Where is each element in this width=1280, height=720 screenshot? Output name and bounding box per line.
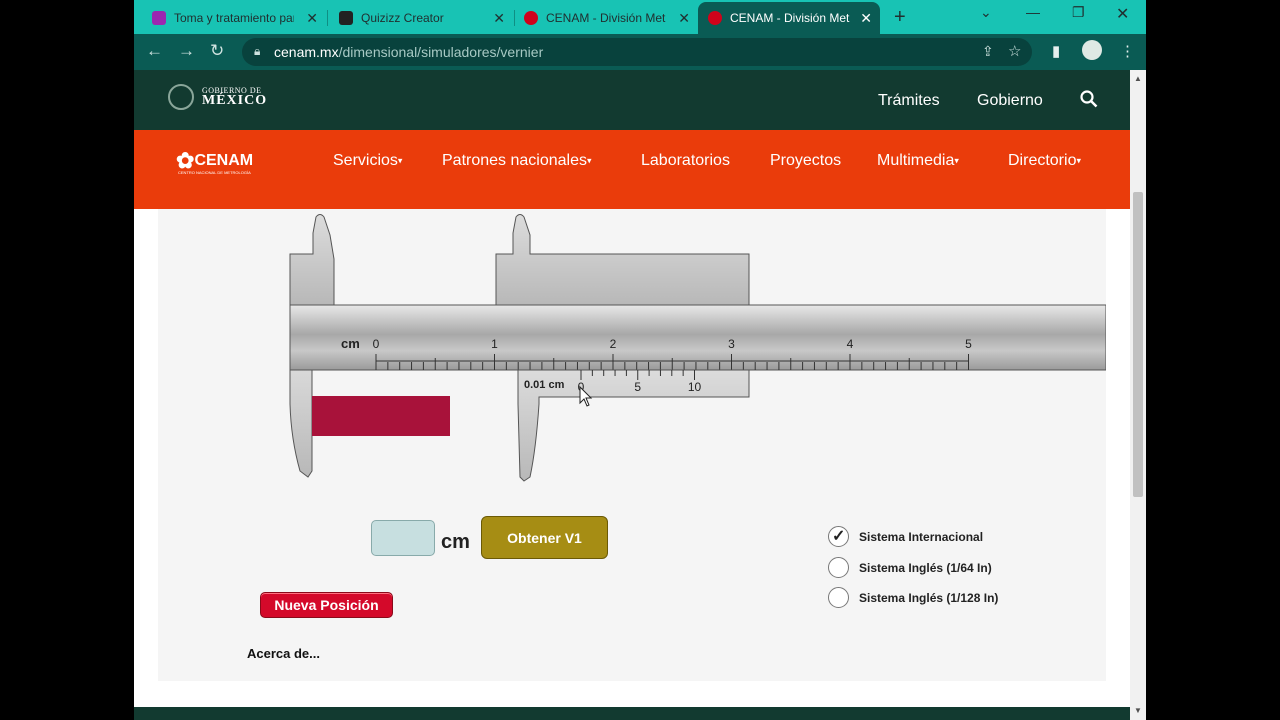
main-beam (289, 304, 1106, 371)
web-page: GOBIERNO DE MÉXICO Trámites Gobierno ✿CE… (134, 70, 1130, 720)
cenam-navbar: ✿CENAM CENTRO NACIONAL DE METROLOGÍA Ser… (134, 130, 1130, 209)
share-icon[interactable]: ⇪ (982, 43, 994, 60)
scrollbar-thumb[interactable] (1133, 192, 1143, 497)
tab-title: Toma y tratamiento par (174, 11, 294, 25)
fixed-lower-jaw (289, 358, 313, 478)
menu-proyectos[interactable]: Proyectos (770, 152, 841, 170)
main-scale-number: 2 (610, 337, 617, 351)
caret-down-icon: ▾ (1076, 155, 1081, 166)
radio-unchecked-icon[interactable] (828, 587, 849, 608)
footer-bar (134, 707, 1130, 720)
browser-tab[interactable]: CENAM - División Metr ✕ (514, 2, 698, 34)
vernier-caliper: cm 012345 0.01 cm 0 5 10 (289, 214, 1106, 482)
back-icon[interactable]: ← (146, 41, 163, 61)
menu-laboratorios[interactable]: Laboratorios (641, 152, 730, 170)
forward-icon[interactable]: → (178, 41, 195, 61)
page-scrollbar[interactable]: ▲ ▼ (1130, 70, 1146, 720)
profile-avatar[interactable] (1082, 40, 1102, 60)
close-tab-icon[interactable]: ✕ (860, 10, 872, 27)
tab-title: Quizizz Creator (361, 11, 444, 25)
new-tab-icon[interactable]: + (894, 6, 906, 29)
browser-window: Toma y tratamiento par ✕ Quizizz Creator… (134, 0, 1146, 720)
option-label: Sistema Internacional (859, 529, 984, 544)
cenam-favicon-icon (708, 11, 722, 25)
cenam-favicon-icon (524, 11, 538, 25)
browser-toolbar: ← → ↻ 🔒︎ cenam.mx/dimensional/simuladore… (134, 34, 1146, 70)
main-scale-number: 1 (491, 337, 498, 351)
scroll-down-icon[interactable]: ▼ (1134, 706, 1142, 715)
url-text: cenam.mx/dimensional/simuladores/vernier (274, 44, 544, 60)
menu-multimedia[interactable]: Multimedia▾ (877, 152, 959, 170)
main-scale-number: 5 (965, 337, 972, 351)
close-tab-icon[interactable]: ✕ (306, 10, 318, 27)
search-icon[interactable] (1080, 90, 1098, 113)
bookmark-star-icon[interactable]: ☆ (1008, 42, 1021, 60)
browser-tab[interactable]: Toma y tratamiento par ✕ (142, 2, 326, 34)
obtener-v1-button[interactable]: Obtener V1 (481, 516, 608, 559)
cenam-logo[interactable]: ✿CENAM CENTRO NACIONAL DE METROLOGÍA (176, 148, 254, 175)
caret-down-icon: ▾ (397, 155, 403, 166)
menu-directorio[interactable]: Directorio▾ (1008, 152, 1081, 170)
main-scale-number: 4 (847, 337, 854, 351)
address-bar[interactable]: 🔒︎ cenam.mx/dimensional/simuladores/vern… (242, 38, 1032, 66)
radio-unchecked-icon[interactable] (828, 557, 849, 578)
reload-icon[interactable]: ↻ (210, 41, 224, 61)
quizizz-favicon-icon (339, 11, 353, 25)
close-tab-icon[interactable]: ✕ (678, 10, 690, 27)
tab-title: CENAM - División Metr (546, 11, 666, 25)
logo-line2: MÉXICO (202, 92, 268, 108)
measured-object (312, 396, 450, 436)
acerca-de-link[interactable]: Acerca de... (247, 646, 320, 661)
scroll-up-icon[interactable]: ▲ (1134, 74, 1142, 83)
browser-tab[interactable]: Quizizz Creator ✕ (329, 2, 513, 34)
menu-kebab-icon[interactable]: ⋮ (1120, 42, 1135, 60)
fixed-upper-jaw (289, 214, 335, 306)
unit-label: cm (441, 531, 470, 553)
main-scale-unit: cm (341, 336, 360, 351)
main-scale-number: 3 (728, 337, 735, 351)
nueva-posicion-button[interactable]: Nueva Posición (260, 592, 393, 618)
side-panel-icon[interactable]: ▮ (1052, 42, 1060, 60)
tab-strip: Toma y tratamiento par ✕ Quizizz Creator… (134, 0, 1146, 34)
tab-title: CENAM - División Metr (730, 11, 850, 25)
menu-patrones-nacionales[interactable]: Patrones nacionales▾ (442, 152, 592, 170)
classroom-favicon-icon (152, 11, 166, 25)
simulator-panel: cm 012345 0.01 cm 0 5 10 cm Obtener V1 Nue… (158, 209, 1106, 681)
gov-header: GOBIERNO DE MÉXICO Trámites Gobierno (134, 70, 1130, 130)
cenam-logo-text: CENAM (194, 152, 254, 170)
close-tab-icon[interactable]: ✕ (493, 10, 505, 27)
nav-gobierno[interactable]: Gobierno (977, 92, 1043, 110)
caret-down-icon: ▾ (954, 155, 959, 166)
eagle-seal-icon (168, 84, 194, 110)
tab-search-chevron-icon[interactable]: ⌄ (980, 4, 992, 21)
vernier-scale-number: 5 (634, 380, 641, 394)
cenam-logo-subtext: CENTRO NACIONAL DE METROLOGÍA (178, 170, 251, 175)
caret-down-icon: ▾ (586, 155, 592, 166)
measurement-input[interactable] (371, 520, 435, 556)
vernier-resolution: 0.01 cm (524, 379, 565, 391)
option-sistema-internacional[interactable]: Sistema Internacional (828, 526, 983, 547)
menu-servicios[interactable]: Servicios▾ (333, 152, 402, 170)
nav-tramites[interactable]: Trámites (878, 92, 940, 110)
minimize-icon[interactable]: — (1026, 4, 1040, 20)
close-window-icon[interactable]: ✕ (1116, 4, 1129, 24)
option-label: Sistema Inglés (1/128 In) (859, 590, 999, 605)
option-sistema-ingles-128[interactable]: Sistema Inglés (1/128 In) (828, 587, 998, 608)
sliding-upper-jaw[interactable] (495, 214, 750, 306)
lock-icon: 🔒︎ (254, 44, 261, 58)
option-sistema-ingles-64[interactable]: Sistema Inglés (1/64 In) (828, 557, 992, 578)
option-label: Sistema Inglés (1/64 In) (859, 560, 992, 575)
main-scale-number: 0 (373, 337, 380, 351)
gob-mx-logo[interactable]: GOBIERNO DE MÉXICO (168, 84, 267, 110)
restore-icon[interactable]: ❐ (1072, 4, 1085, 21)
browser-tab-active[interactable]: CENAM - División Metr ✕ (698, 2, 880, 34)
vernier-scale-number: 10 (688, 380, 702, 394)
radio-checked-icon[interactable] (828, 526, 849, 547)
